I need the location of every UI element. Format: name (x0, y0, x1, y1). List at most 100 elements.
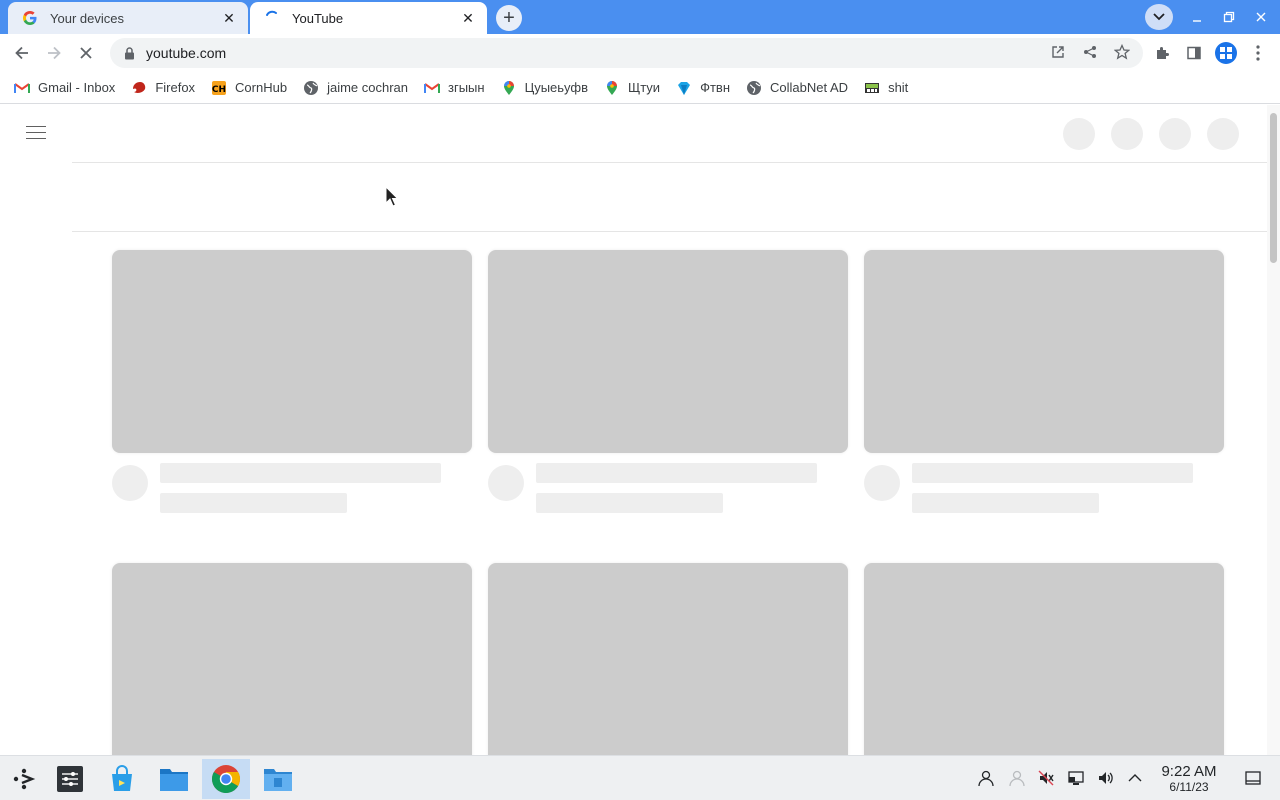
video-thumbnail-placeholder (112, 563, 472, 755)
bookmark-collabnet-ad[interactable]: CollabNet AD (746, 76, 848, 100)
menu-hamburger-icon[interactable] (26, 126, 46, 142)
bookmark-label: shit (888, 80, 909, 95)
taskbar-files[interactable] (254, 759, 302, 799)
video-thumbnail-placeholder (112, 250, 472, 453)
profile-avatar-button[interactable] (1214, 41, 1238, 65)
video-thumbnail-placeholder (864, 250, 1224, 453)
share-icon (1084, 46, 1096, 58)
minimize-icon (1193, 20, 1201, 22)
browser-toolbar: youtube.com (0, 34, 1280, 72)
clock-time: 9:22 AM (1161, 763, 1217, 780)
firefox-icon (131, 80, 147, 96)
bookmark-star-button[interactable] (1111, 41, 1133, 63)
video-thumbnail-placeholder (488, 250, 848, 453)
video-title-placeholder (912, 463, 1193, 483)
bookmark-firefox[interactable]: Firefox (131, 76, 195, 100)
mouse-cursor-icon (385, 186, 399, 207)
user-tray-icon[interactable] (976, 768, 996, 788)
bookmark-shtui[interactable]: Щтуи (604, 76, 660, 100)
video-thumbnail-placeholder (864, 563, 1224, 755)
clock-date: 6/11/23 (1169, 780, 1209, 794)
video-meta-placeholder (160, 493, 347, 513)
channel-avatar-placeholder (112, 465, 148, 501)
chrome-icon (212, 765, 240, 793)
url-text: youtube.com (146, 45, 227, 61)
tab-search-button[interactable] (1145, 4, 1173, 30)
bookmark-cornhub[interactable]: CH CornHub (211, 76, 287, 100)
diamond-icon (676, 80, 692, 96)
tab-title: Your devices (50, 10, 124, 26)
bookmark-ftvn[interactable]: Фтвн (676, 76, 730, 100)
video-meta-placeholder (912, 493, 1099, 513)
show-desktop-icon[interactable] (1243, 768, 1263, 788)
scrollbar-thumb[interactable] (1270, 113, 1277, 263)
profile-avatar-icon (1215, 42, 1237, 64)
stop-loading-button[interactable] (74, 41, 98, 65)
close-icon (80, 47, 92, 59)
maps-pin-icon (604, 80, 620, 96)
taskbar-chrome[interactable] (202, 759, 250, 799)
chrome-menu-button[interactable] (1246, 41, 1270, 65)
minimize-button[interactable] (1185, 5, 1209, 29)
forward-button[interactable] (42, 41, 66, 65)
volume-tray-icon[interactable] (1096, 768, 1116, 788)
video-title-placeholder (536, 463, 817, 483)
bookmark-label: CornHub (235, 80, 288, 95)
network-tray-icon[interactable] (1066, 768, 1086, 788)
svg-text:CH: CH (212, 85, 226, 95)
header-placeholder-circle (1207, 118, 1239, 150)
bookmark-shit[interactable]: shit (864, 76, 908, 100)
page-scrollbar[interactable] (1267, 105, 1280, 755)
share-button[interactable] (1079, 41, 1101, 63)
bookmark-label: згыын (448, 80, 485, 95)
bookmark-label: Цуыеьуфв (524, 80, 589, 95)
bookmark-jaime-cochran[interactable]: jaime cochran (303, 76, 408, 100)
taskbar-store[interactable] (98, 759, 146, 799)
youtube-page-loading (0, 105, 1267, 755)
side-panel-button[interactable] (1182, 41, 1206, 65)
address-bar[interactable]: youtube.com (110, 38, 1143, 68)
globe-icon (303, 80, 319, 96)
extensions-button[interactable] (1150, 41, 1174, 65)
back-arrow-icon (15, 46, 28, 60)
tab-title: YouTube (292, 10, 344, 26)
taskbar-clock[interactable]: 9:22 AM 6/11/23 (1150, 763, 1228, 795)
channel-avatar-placeholder (488, 465, 524, 501)
chevron-up-icon[interactable] (1125, 768, 1145, 788)
user-switch-tray-icon[interactable] (1007, 768, 1027, 788)
video-meta-placeholder (536, 493, 723, 513)
tab-your-devices[interactable]: Your devices ✕ (8, 2, 248, 34)
app-launcher-icon (13, 768, 36, 790)
files-app-icon (264, 769, 292, 791)
site-icon (864, 80, 880, 96)
new-tab-button[interactable]: + (496, 5, 522, 31)
bookmark-label: CollabNet AD (770, 80, 849, 95)
bookmarks-bar: Gmail - Inbox Firefox CH CornHub jaime c… (0, 72, 1280, 104)
open-in-app-button[interactable] (1047, 41, 1069, 63)
cornhub-icon: CH (211, 80, 227, 96)
taskbar: 9:22 AM 6/11/23 (0, 755, 1280, 800)
header-placeholder-circle (1111, 118, 1143, 150)
close-icon (1256, 12, 1266, 22)
video-thumbnail-placeholder (488, 563, 848, 755)
gmail-icon (424, 80, 441, 96)
muted-mic-tray-icon[interactable] (1036, 768, 1056, 788)
file-manager-icon (160, 769, 188, 791)
open-external-icon (1052, 46, 1064, 58)
app-launcher-button[interactable] (0, 759, 48, 799)
restore-icon (1223, 11, 1235, 23)
maps-pin-icon (501, 80, 517, 96)
tab-youtube[interactable]: YouTube ✕ (250, 2, 487, 34)
taskbar-settings-panel[interactable] (46, 759, 94, 799)
close-tab-icon[interactable]: ✕ (220, 9, 238, 27)
back-button[interactable] (10, 41, 34, 65)
lock-icon (122, 46, 136, 60)
close-tab-icon[interactable]: ✕ (459, 9, 477, 27)
taskbar-file-manager[interactable] (150, 759, 198, 799)
header-divider (72, 162, 1267, 163)
restore-button[interactable] (1217, 5, 1241, 29)
close-window-button[interactable] (1249, 5, 1273, 29)
bookmark-zgyyn[interactable]: згыын (424, 76, 485, 100)
bookmark-tsuyeyufv[interactable]: Цуыеьуфв (501, 76, 588, 100)
bookmark-gmail-inbox[interactable]: Gmail - Inbox (14, 76, 115, 100)
